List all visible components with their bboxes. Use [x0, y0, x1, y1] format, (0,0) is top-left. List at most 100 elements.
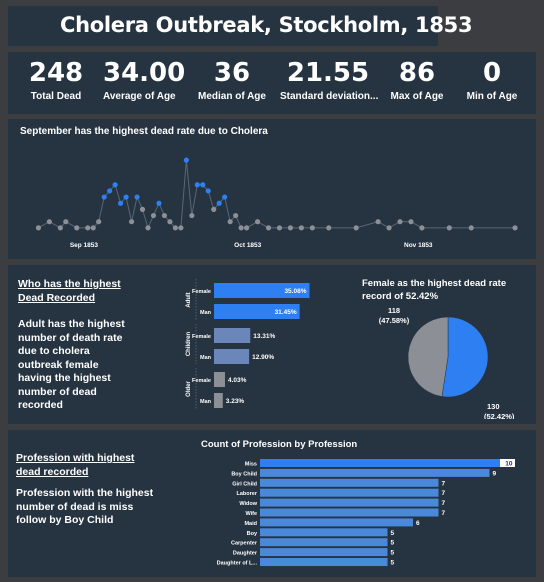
age-category-label: Man	[200, 310, 212, 316]
timeline-point	[189, 212, 195, 219]
profession-bar	[260, 538, 388, 547]
kpi-value: 34.00	[103, 58, 186, 88]
profession-body-text: Profession with the highest number of de…	[16, 487, 154, 526]
profession-category-label: Daughter of L...	[217, 561, 258, 567]
page-title: Cholera Outbreak, Stockholm, 1853	[60, 13, 473, 37]
profession-bar-value: 5	[391, 550, 395, 557]
timeline-point	[156, 200, 162, 206]
kpi-median-age[interactable]: 36 Median of Age	[194, 58, 270, 102]
timeline-x-tick: Sep 1853	[70, 242, 99, 249]
timeline-panel: September has the highest dead rate due …	[8, 119, 536, 259]
profession-bar	[260, 518, 413, 527]
timeline-point	[167, 219, 173, 225]
timeline-point	[96, 219, 102, 225]
kpi-panel: 248 Total Dead 34.00 Average of Age 36 M…	[8, 52, 536, 114]
timeline-point	[161, 212, 168, 219]
profession-category-label: Boy	[247, 531, 258, 537]
age-category-label: Man	[200, 355, 212, 361]
profession-bar-value: 6	[416, 520, 420, 527]
timeline-point	[205, 188, 211, 194]
timeline-point	[326, 225, 332, 231]
profession-chart-title: Count of Profession by Profession	[201, 439, 358, 450]
kpi-value: 21.55	[286, 58, 370, 88]
timeline-point	[446, 225, 452, 231]
timeline-point	[118, 200, 124, 206]
age-bar	[214, 349, 250, 364]
age-bar-value: 31.45%	[275, 309, 297, 316]
gender-heading: Who has the highest Dead Recorded	[18, 278, 121, 304]
gender-body-text: Adult has the highest number of death ra…	[18, 318, 125, 411]
kpi-label: Median of Age	[198, 91, 266, 102]
profession-bar-value: 5	[391, 540, 395, 547]
kpi-label: Average of Age	[103, 91, 176, 102]
kpi-average-age[interactable]: 34.00 Average of Age	[103, 58, 186, 102]
timeline-point	[408, 219, 414, 225]
profession-bar	[260, 498, 439, 507]
timeline-point	[63, 219, 69, 225]
timeline-point	[512, 225, 518, 231]
timeline-point	[386, 225, 392, 231]
profession-category-label: Widow	[239, 501, 257, 507]
profession-bar-value: 5	[391, 530, 395, 537]
timeline-chart[interactable]: Sep 1853 Oct 1853 Nov 1853	[8, 119, 536, 259]
timeline-point	[287, 225, 294, 231]
timeline-point	[265, 225, 272, 231]
timeline-point	[134, 194, 140, 200]
profession-category-label: Wife	[245, 511, 257, 517]
timeline-point	[211, 206, 217, 212]
timeline-point	[85, 225, 91, 231]
timeline-x-tick: Nov 1853	[404, 242, 433, 249]
pie-slice	[407, 316, 449, 397]
profession-category-label: Daughter	[233, 551, 258, 557]
profession-category-label: Girl Child	[232, 481, 257, 487]
profession-heading: Profession with highest dead recorded	[16, 452, 135, 478]
age-bar-value: 12.90%	[252, 354, 274, 361]
kpi-label: Total Dead	[30, 91, 82, 102]
profession-bar	[260, 488, 439, 497]
age-bar	[214, 372, 225, 387]
age-bar-value: 35.08%	[284, 288, 306, 295]
timeline-point	[353, 225, 359, 231]
pie-count-label: 118	[388, 307, 400, 315]
gender-panel: Who has the highest Dead Recorded Adult …	[8, 265, 536, 424]
timeline-point	[194, 182, 200, 188]
profession-bar-value: 9	[493, 470, 497, 477]
gender-pie-chart[interactable]: 130(52.42%) 118(47.58%)	[356, 307, 536, 419]
timeline-point	[298, 225, 304, 231]
age-category-label: Female	[192, 378, 211, 384]
timeline-point	[222, 194, 228, 200]
profession-bar	[260, 459, 515, 467]
kpi-max-age[interactable]: 86 Max of Age	[386, 58, 448, 102]
age-bar-value: 4.03%	[228, 377, 247, 384]
age-bar	[214, 393, 223, 408]
kpi-total-dead[interactable]: 248 Total Dead	[22, 58, 90, 102]
kpi-standard-deviation[interactable]: 21.55 Standard deviation...	[280, 58, 379, 102]
timeline-point	[375, 219, 381, 225]
profession-panel: Profession with highest dead recorded Pr…	[8, 430, 536, 577]
timeline-point	[276, 225, 283, 231]
pie-percent-label: (52.42%)	[484, 412, 515, 419]
timeline-point	[216, 200, 222, 206]
profession-bar-chart[interactable]: Miss 10 Boy Child 9 Girl Child 7 Laborer 7 Widow…	[198, 454, 528, 574]
timeline-point	[227, 219, 233, 225]
profession-bar	[260, 528, 388, 537]
timeline-point	[150, 212, 157, 219]
timeline-point	[397, 219, 403, 225]
kpi-label: Standard deviation...	[280, 91, 379, 102]
profession-category-label: Laborer	[237, 491, 258, 497]
profession-bar	[260, 558, 388, 566]
age-bar	[214, 328, 251, 343]
kpi-min-age[interactable]: 0 Min of Age	[460, 58, 524, 102]
timeline-point	[172, 225, 178, 231]
kpi-value: 86	[398, 58, 436, 88]
profession-bar-value: 10	[505, 461, 513, 468]
pie-title: Female as the highest dead rate record o…	[362, 278, 507, 302]
timeline-point	[74, 225, 80, 231]
timeline-point	[123, 194, 129, 200]
timeline-point	[309, 225, 315, 231]
timeline-point	[101, 194, 107, 200]
age-bar-value: 3.23%	[226, 398, 245, 405]
age-group-bar-chart[interactable]: AdultFemale 35.08%Man 31.45%Children Female…	[168, 271, 346, 419]
profession-bar-value: 7	[442, 490, 446, 497]
age-bar-value: 13.31%	[253, 333, 275, 340]
